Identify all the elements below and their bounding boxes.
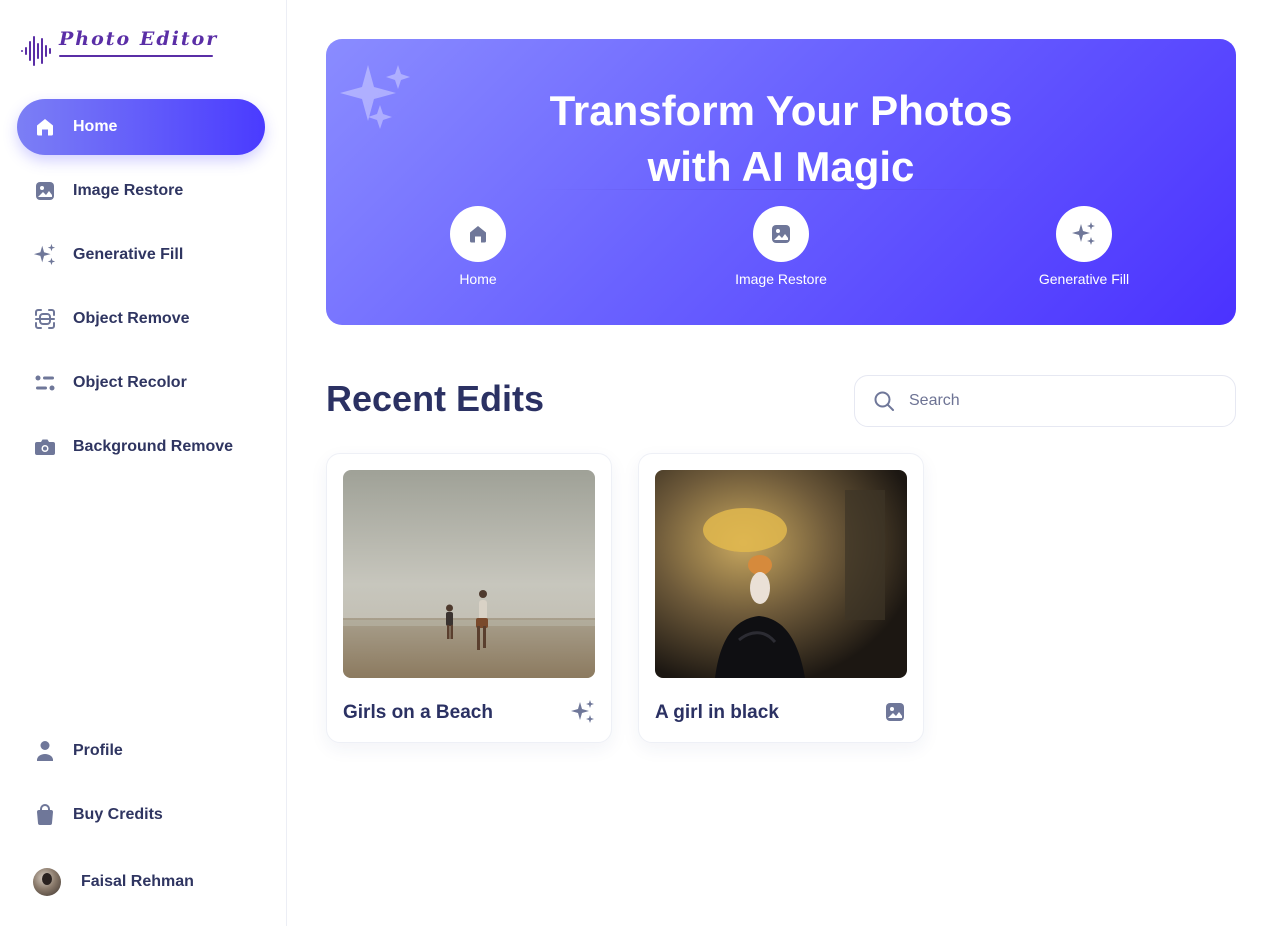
hero-title-line-1: Transform Your Photos (549, 87, 1013, 134)
quick-action-label: Generative Fill (1038, 271, 1130, 287)
recent-edit-card[interactable]: Girls on a Beach (326, 453, 612, 743)
quick-action-generative-fill-circle[interactable] (1056, 206, 1112, 262)
card-title: Girls on a Beach (343, 702, 493, 723)
bag-icon (33, 803, 57, 827)
app-root: Photo Editor Home Image Restore Generati… (0, 0, 1274, 926)
sidebar: Photo Editor Home Image Restore Generati… (0, 0, 287, 926)
search-box[interactable] (854, 375, 1236, 427)
quick-action-label: Image Restore (735, 271, 827, 287)
logo-underline (59, 55, 213, 57)
photo-thumbnail-beach[interactable] (343, 470, 595, 678)
image-icon (772, 225, 790, 243)
search-input[interactable] (909, 392, 1209, 410)
home-icon (33, 115, 57, 139)
card-title: A girl in black (655, 702, 779, 723)
sidebar-item-object-recolor[interactable]: Object Recolor (17, 355, 265, 411)
app-logo[interactable]: Photo Editor (20, 28, 220, 74)
image-icon (881, 698, 909, 726)
sparkles-icon (33, 243, 57, 267)
sparkles-icon (1072, 222, 1095, 245)
sidebar-bottom-nav: Profile Buy Credits (17, 723, 265, 851)
sidebar-nav: Home Image Restore Generative Fill Objec… (17, 99, 265, 483)
sidebar-item-object-remove[interactable]: Object Remove (17, 291, 265, 347)
quick-action-home[interactable]: Home (398, 206, 558, 287)
sidebar-item-generative-fill[interactable]: Generative Fill (17, 227, 265, 283)
avatar (33, 868, 61, 896)
sidebar-item-label: Profile (73, 742, 123, 759)
camera-icon (33, 435, 57, 459)
user-profile[interactable]: Faisal Rehman (33, 867, 194, 897)
sidebar-item-label: Object Recolor (73, 374, 187, 391)
hero-title-line-2: with AI Magic (647, 143, 915, 190)
recent-edit-card[interactable]: A girl in black (638, 453, 924, 743)
sparkles-icon (569, 698, 597, 726)
sidebar-item-label: Home (73, 118, 118, 135)
hero-divider (531, 189, 1031, 190)
app-logo-text: Photo Editor (59, 28, 219, 50)
scan-icon (33, 307, 57, 331)
recent-edits-title: Recent Edits (326, 378, 545, 419)
sidebar-item-label: Buy Credits (73, 806, 163, 823)
quick-action-image-restore-circle[interactable] (753, 206, 809, 262)
hero-banner: Transform Your Photos with AI Magic Home… (326, 39, 1236, 325)
sidebar-item-home[interactable]: Home (17, 99, 265, 155)
user-name: Faisal Rehman (81, 873, 194, 890)
sidebar-item-label: Background Remove (73, 438, 234, 455)
sidebar-item-background-remove[interactable]: Background Remove (17, 419, 265, 475)
sidebar-item-label: Image Restore (73, 182, 184, 199)
sidebar-item-buy-credits[interactable]: Buy Credits (17, 787, 265, 843)
sidebar-item-label: Object Remove (73, 310, 190, 327)
image-icon (33, 179, 57, 203)
quick-action-label: Home (459, 271, 497, 287)
quick-action-image-restore[interactable]: Image Restore (701, 206, 861, 287)
quick-action-generative-fill[interactable]: Generative Fill (1004, 206, 1164, 287)
sidebar-item-image-restore[interactable]: Image Restore (17, 163, 265, 219)
sidebar-item-profile[interactable]: Profile (17, 723, 265, 779)
home-icon (470, 226, 486, 243)
sliders-icon (33, 371, 57, 395)
search-icon (874, 391, 894, 411)
sidebar-item-label: Generative Fill (73, 246, 184, 263)
quick-action-home-circle[interactable] (450, 206, 506, 262)
soundwave-icon (21, 36, 51, 66)
photo-thumbnail-girl[interactable] (655, 470, 907, 678)
hero-title: Transform Your Photos with AI Magic (326, 83, 1236, 195)
user-icon (33, 739, 57, 763)
